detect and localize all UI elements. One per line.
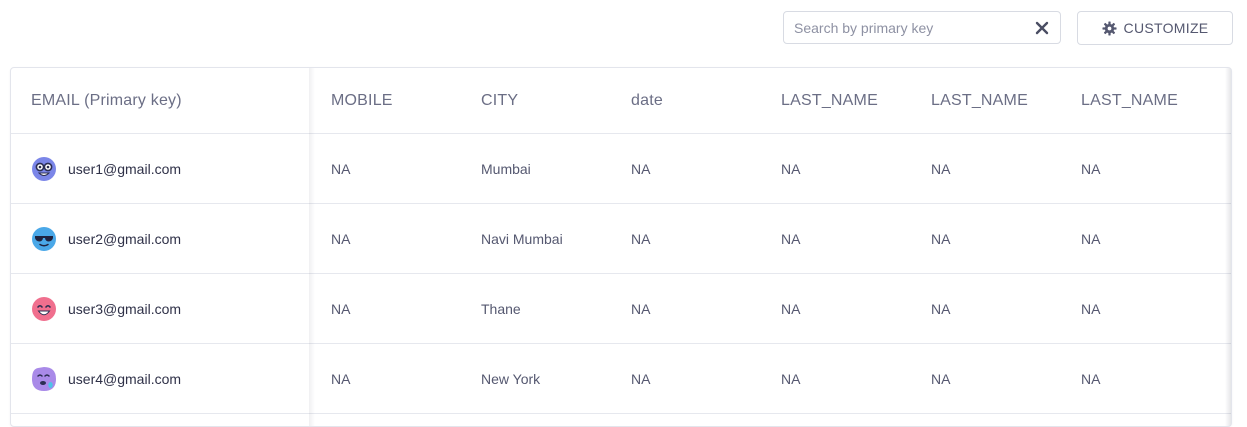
last-name-cell: NA xyxy=(1081,230,1101,247)
email-text: user1@gmail.com xyxy=(68,160,182,177)
table-row[interactable]: user1@gmail.com NA Mumbai NA NA NA NA xyxy=(11,134,1232,204)
horizontal-scroll-fade xyxy=(1225,68,1231,426)
city-cell: Mumbai xyxy=(481,160,531,177)
mobile-cell: NA xyxy=(331,160,351,177)
table-row[interactable]: user3@gmail.com NA Thane NA NA NA NA xyxy=(11,274,1232,344)
table-row[interactable]: user4@gmail.com NA New York NA NA NA NA xyxy=(11,344,1232,414)
mobile-cell: NA xyxy=(331,300,351,317)
email-cell[interactable]: user3@gmail.com xyxy=(31,274,181,343)
column-header-last-name[interactable]: LAST_NAME xyxy=(781,68,878,133)
last-name-cell: NA xyxy=(931,300,951,317)
drooling-face-avatar xyxy=(31,366,57,392)
gear-icon xyxy=(1102,20,1117,36)
close-x-icon[interactable] xyxy=(1032,18,1052,38)
sticky-column-shadow xyxy=(309,68,315,426)
search-input[interactable] xyxy=(794,12,1024,43)
email-cell[interactable]: user4@gmail.com xyxy=(31,344,181,413)
customize-button[interactable]: CUSTOMIZE xyxy=(1077,11,1233,45)
truncated-column-header: 2 xyxy=(1231,68,1232,133)
last-name-cell: NA xyxy=(931,230,951,247)
grinning-face-avatar xyxy=(31,296,57,322)
column-header-last-name[interactable]: LAST_NAME xyxy=(931,68,1028,133)
last-name-cell: NA xyxy=(1081,370,1101,387)
last-name-cell: NA xyxy=(1081,300,1101,317)
city-cell: New York xyxy=(481,370,541,387)
last-name-cell: NA xyxy=(931,370,951,387)
nerd-face-avatar xyxy=(31,156,57,182)
date-cell: NA xyxy=(631,230,651,247)
truncated-cell xyxy=(1231,344,1232,413)
last-name-cell: NA xyxy=(931,160,951,177)
city-cell: Thane xyxy=(481,300,521,317)
email-text: user4@gmail.com xyxy=(68,370,182,387)
mobile-cell: NA xyxy=(331,370,351,387)
city-cell: Navi Mumbai xyxy=(481,230,563,247)
email-text: user2@gmail.com xyxy=(68,230,182,247)
date-cell: NA xyxy=(631,300,651,317)
customize-label: CUSTOMIZE xyxy=(1123,20,1209,36)
table-header-row: EMAIL (Primary key) MOBILE CITY date LAS… xyxy=(11,68,1232,134)
column-header-mobile[interactable]: MOBILE xyxy=(331,68,393,133)
truncated-cell xyxy=(1231,204,1232,273)
data-table: EMAIL (Primary key) MOBILE CITY date LAS… xyxy=(10,67,1232,427)
sunglasses-face-avatar xyxy=(31,226,57,252)
email-text: user3@gmail.com xyxy=(68,300,182,317)
date-cell: NA xyxy=(631,370,651,387)
column-header-date[interactable]: date xyxy=(631,68,663,133)
last-name-cell: NA xyxy=(781,230,801,247)
truncated-cell xyxy=(1231,134,1232,203)
search-box[interactable] xyxy=(783,11,1061,44)
table-row[interactable]: user2@gmail.com NA Navi Mumbai NA NA NA … xyxy=(11,204,1232,274)
last-name-cell: NA xyxy=(781,370,801,387)
column-header-city[interactable]: CITY xyxy=(481,68,518,133)
column-header-email[interactable]: EMAIL (Primary key) xyxy=(31,68,182,133)
date-cell: NA xyxy=(631,160,651,177)
mobile-cell: NA xyxy=(331,230,351,247)
last-name-cell: NA xyxy=(781,160,801,177)
truncated-cell xyxy=(1231,274,1232,343)
email-cell[interactable]: user2@gmail.com xyxy=(31,204,181,273)
column-header-last-name[interactable]: LAST_NAME xyxy=(1081,68,1178,133)
last-name-cell: NA xyxy=(1081,160,1101,177)
last-name-cell: NA xyxy=(781,300,801,317)
email-cell[interactable]: user1@gmail.com xyxy=(31,134,181,203)
